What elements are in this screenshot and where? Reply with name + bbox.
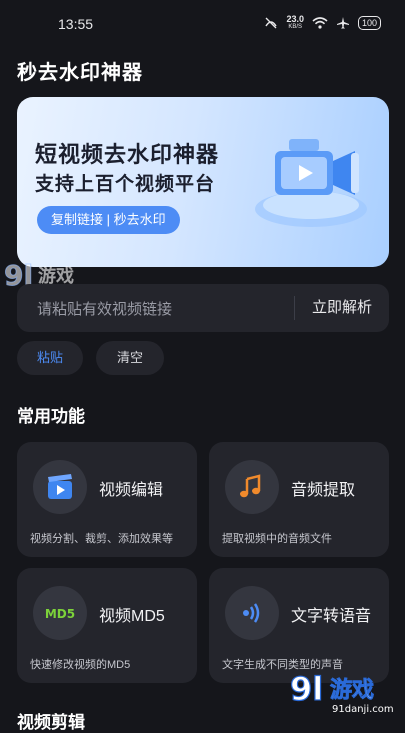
parse-now-button[interactable]: 立即解析 [295,284,389,332]
promo-banner[interactable]: 短视频去水印神器 支持上百个视频平台 复制链接 | 秒去水印 [17,97,389,267]
svg-text:游戏: 游戏 [330,677,374,703]
feature-card-video-edit[interactable]: 视频编辑 视频分割、裁剪、添加效果等 [17,442,197,557]
video-link-field: 立即解析 [17,284,389,334]
network-speed: 23.0 KB/S [286,14,304,31]
status-bar: 13:55 23.0 KB/S 100 [0,0,405,48]
airplane-icon [336,17,349,29]
feature-name: 文字转语音 [291,608,372,625]
paste-button[interactable]: 粘贴 [17,341,83,375]
feature-description: 提取视频中的音频文件 [222,533,332,545]
md5-badge-icon: MD5 [33,586,87,640]
clear-button[interactable]: 清空 [96,341,164,375]
wifi-icon [312,17,328,29]
svg-text:91danji.com: 91danji.com [332,704,394,715]
svg-text:9l: 9l [290,670,323,708]
page-title: 秒去水印神器 [17,62,143,84]
feature-card-audio-extract[interactable]: 音频提取 提取视频中的音频文件 [209,442,389,557]
battery-indicator: 100 [357,16,381,30]
feature-description: 快速修改视频的MD5 [30,659,131,671]
banner-subheadline: 支持上百个视频平台 [35,174,216,195]
feature-name: 视频MD5 [99,608,165,625]
do-not-disturb-icon [265,17,278,29]
feature-name: 音频提取 [291,482,356,499]
svg-text:MD5: MD5 [45,607,75,621]
status-icons: 23.0 KB/S 100 [264,15,381,31]
section-title-common-functions: 常用功能 [17,407,85,426]
banner-pill: 复制链接 | 秒去水印 [37,206,180,234]
video-camera-illustration-icon [255,139,367,227]
feature-description: 视频分割、裁剪、添加效果等 [30,533,173,545]
section-title-video-edit-partial: 视频剪辑 [17,713,85,732]
feature-card-video-md5[interactable]: MD5 视频MD5 快速修改视频的MD5 [17,568,197,683]
clapperboard-play-icon [33,460,87,514]
sound-wave-icon [225,586,279,640]
video-link-input[interactable] [35,284,269,334]
banner-headline: 短视频去水印神器 [35,142,220,167]
feature-name: 视频编辑 [99,482,164,499]
music-note-icon [225,460,279,514]
status-time: 13:55 [58,16,94,32]
brand-watermark-logo: 9l 游戏 91danji.com [289,669,394,715]
